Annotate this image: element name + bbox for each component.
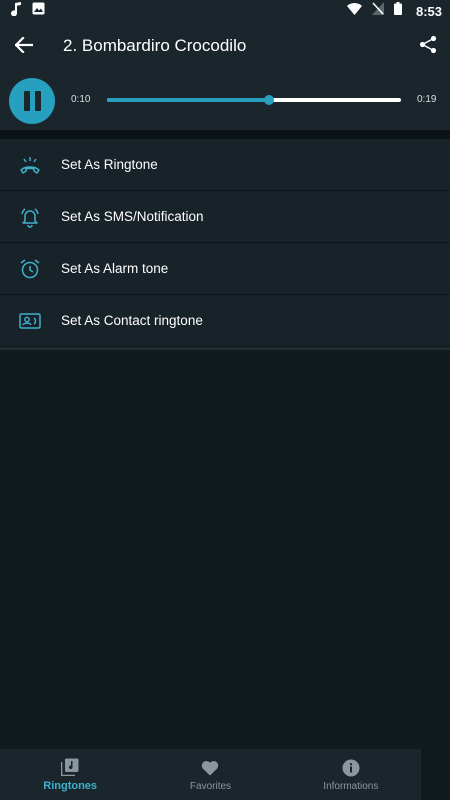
nav-ringtones[interactable]: Ringtones (0, 749, 140, 800)
pause-icon (23, 91, 30, 111)
nav-label: Informations (323, 780, 379, 792)
image-icon (32, 2, 45, 20)
action-label: Set As SMS/Notification (61, 209, 204, 224)
no-signal-icon (371, 2, 384, 20)
set-alarm-button[interactable]: Set As Alarm tone (0, 243, 450, 295)
nav-label: Favorites (189, 780, 232, 792)
arrow-back-icon (14, 35, 34, 58)
nav-favorites[interactable]: Favorites (140, 749, 280, 800)
current-time: 0:10 (71, 94, 91, 105)
back-button[interactable] (12, 35, 36, 59)
list-bottom-edge (0, 347, 450, 350)
nav-informations[interactable]: Informations (281, 749, 421, 800)
actions-list: Set As Ringtone Set As SMS/Notification … (0, 139, 450, 350)
action-label: Set As Ringtone (61, 157, 158, 172)
app-bar: 2. Bombardiro Crocodilo (0, 22, 450, 72)
set-ringtone-button[interactable]: Set As Ringtone (0, 139, 450, 191)
heart-icon (200, 758, 220, 778)
info-icon (341, 758, 361, 778)
music-note-icon (10, 1, 22, 21)
seek-bar-thumb[interactable] (263, 95, 274, 105)
nav-label: Ringtones (43, 780, 98, 792)
bottom-navigation: Ringtones Favorites Informations (0, 749, 421, 800)
set-notification-button[interactable]: Set As SMS/Notification (0, 191, 450, 243)
ringtone-phone-icon (18, 153, 42, 177)
action-label: Set As Alarm tone (61, 261, 169, 276)
alarm-clock-icon (18, 257, 42, 281)
battery-icon (393, 2, 402, 20)
contact-card-icon (18, 309, 42, 333)
seek-bar[interactable] (107, 95, 401, 105)
status-time: 8:53 (415, 3, 442, 19)
audio-player: 0:10 0:19 (0, 72, 450, 130)
set-contact-ringtone-button[interactable]: Set As Contact ringtone (0, 295, 450, 347)
pause-button[interactable] (9, 78, 55, 124)
page-title: 2. Bombardiro Crocodilo (63, 36, 247, 55)
divider (0, 130, 450, 139)
status-left (10, 1, 45, 21)
status-right: 8:53 (346, 2, 442, 20)
pause-icon (34, 91, 41, 111)
total-time: 0:19 (417, 94, 437, 105)
wifi-icon (346, 2, 362, 20)
seek-bar-progress (107, 98, 269, 102)
notification-bell-icon (18, 205, 42, 229)
music-library-icon (60, 757, 80, 777)
action-label: Set As Contact ringtone (61, 313, 203, 328)
share-icon (419, 35, 437, 59)
status-bar: 8:53 (0, 0, 450, 22)
share-button[interactable] (416, 35, 440, 59)
